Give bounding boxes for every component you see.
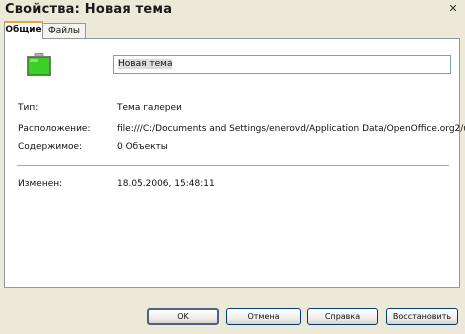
tab-files-label: Файлы — [48, 26, 80, 36]
gallery-theme-icon — [27, 53, 51, 76]
ok-button[interactable]: OK — [147, 308, 219, 325]
location-value: file:///C:/Documents and Settings/enerov… — [117, 124, 465, 134]
type-value: Тема галереи — [117, 103, 182, 113]
properties-dialog: Свойства: Новая тема ✕ Общие Файлы Новая… — [0, 0, 465, 334]
theme-name-value: Новая тема — [118, 59, 173, 69]
location-label: Расположение: — [18, 124, 91, 134]
close-icon[interactable]: ✕ — [448, 3, 458, 14]
window-title: Свойства: Новая тема — [5, 2, 173, 17]
contents-label: Содержимое: — [18, 142, 83, 152]
title-bar[interactable]: Свойства: Новая тема ✕ — [0, 0, 465, 21]
theme-name-field[interactable]: Новая тема — [113, 55, 451, 74]
help-button[interactable]: Справка — [307, 308, 378, 325]
reset-button[interactable]: Восстановить — [386, 308, 458, 325]
modified-label: Изменен: — [18, 179, 63, 189]
tab-files[interactable]: Файлы — [42, 23, 86, 38]
general-panel: Новая тема Тип: Тема галереи Расположени… — [4, 38, 465, 288]
type-label: Тип: — [18, 103, 39, 113]
divider — [17, 165, 449, 166]
modified-value: 18.05.2006, 15:48:11 — [117, 179, 215, 189]
contents-value: 0 Объекты — [117, 142, 168, 152]
tab-general-label: Общие — [5, 25, 42, 35]
tab-general[interactable]: Общие — [4, 21, 43, 39]
cancel-button[interactable]: Отмена — [226, 308, 301, 325]
